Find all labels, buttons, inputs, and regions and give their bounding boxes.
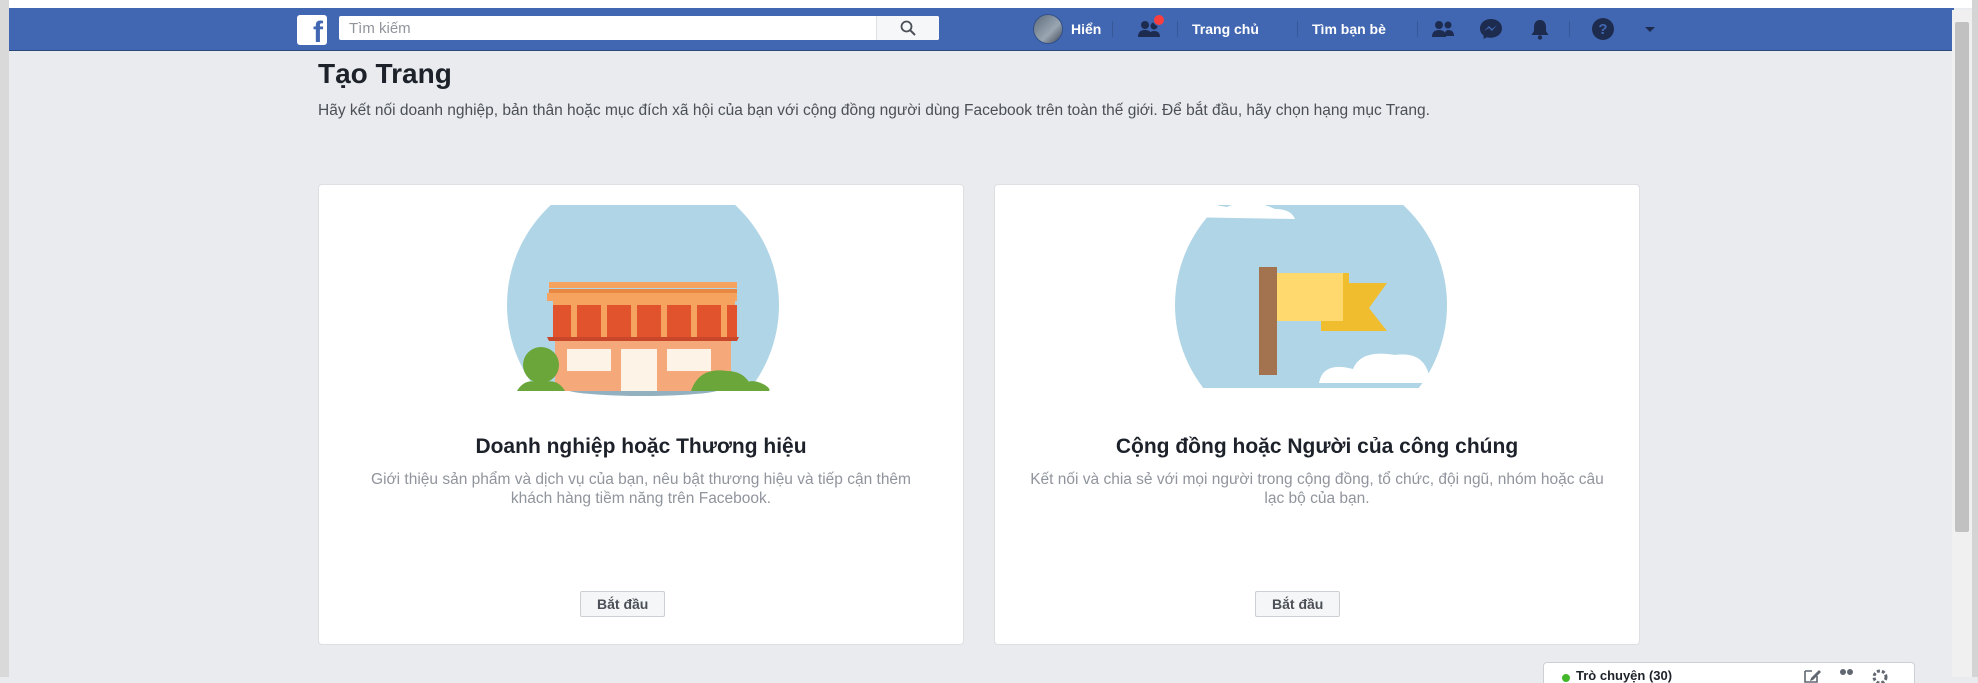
help-icon: ? <box>1592 18 1614 40</box>
nav-divider <box>1417 21 1418 37</box>
profile-name: Hiển <box>1071 21 1102 37</box>
nav-link-find-friends[interactable]: Tìm bạn bè <box>1312 21 1386 37</box>
scrollbar-thumb[interactable] <box>1955 22 1969 532</box>
window-left-edge <box>0 0 9 677</box>
profile-link[interactable]: Hiển <box>1033 14 1102 44</box>
search-button[interactable] <box>876 16 939 40</box>
card-title: Cộng đồng hoặc Người của công chúng <box>1115 435 1519 458</box>
people-icon <box>1432 21 1454 37</box>
account-menu-button[interactable] <box>1637 18 1663 40</box>
top-navigation-bar: f Hiển Trang chủ Tìm bạn bè <box>9 8 1954 51</box>
friend-requests-button[interactable] <box>1137 14 1165 40</box>
help-button[interactable]: ? <box>1590 18 1616 40</box>
avatar <box>1033 14 1063 44</box>
messenger-icon <box>1480 19 1502 39</box>
page-description: Hãy kết nối doanh nghiệp, bản thân hoặc … <box>318 102 1430 119</box>
account-menu-chevron-icon <box>1645 27 1655 32</box>
window-right-edge <box>1972 0 1978 677</box>
nav-divider <box>1569 21 1570 37</box>
notifications-button[interactable] <box>1527 18 1553 40</box>
storefront-illustration <box>507 205 779 396</box>
add-group-icon[interactable] <box>1836 667 1856 683</box>
facebook-logo-icon[interactable]: f <box>297 15 327 48</box>
compose-icon[interactable] <box>1802 667 1822 683</box>
nav-divider <box>1112 21 1113 37</box>
nav-divider <box>1177 21 1178 37</box>
category-card-community[interactable]: Cộng đồng hoặc Người của công chúng Kết … <box>994 184 1640 645</box>
category-card-business[interactable]: Doanh nghiệp hoặc Thương hiệu Giới thiệu… <box>318 184 964 645</box>
notification-badge <box>1153 14 1165 26</box>
chat-label: Trò chuyện (30) <box>1576 668 1673 683</box>
get-started-button-business[interactable]: Bắt đầu <box>580 591 666 617</box>
flag-illustration <box>1175 205 1449 388</box>
svg-text:?: ? <box>1598 21 1607 38</box>
search-icon <box>900 20 916 36</box>
card-description: Kết nối và chia sẻ với mọi người trong c… <box>1030 471 1604 507</box>
search-input[interactable] <box>339 16 879 40</box>
get-started-button-community[interactable]: Bắt đầu <box>1255 591 1341 617</box>
chat-bar[interactable]: Trò chuyện (30) <box>1543 662 1915 683</box>
card-description: Giới thiệu sản phẩm và dịch vụ của bạn, … <box>371 471 911 507</box>
people-button[interactable] <box>1430 18 1456 40</box>
nav-divider <box>1297 21 1298 37</box>
vertical-scrollbar[interactable] <box>1952 10 1972 677</box>
notifications-bell-icon <box>1531 20 1549 40</box>
messenger-button[interactable] <box>1478 18 1504 40</box>
search-box <box>339 16 939 40</box>
card-title: Doanh nghiệp hoặc Thương hiệu <box>475 435 807 458</box>
window-top-edge <box>0 0 1978 8</box>
nav-link-home[interactable]: Trang chủ <box>1192 21 1259 37</box>
online-status-dot <box>1562 674 1570 682</box>
settings-gear-icon[interactable] <box>1870 667 1890 683</box>
page-title: Tạo Trang <box>318 58 452 89</box>
